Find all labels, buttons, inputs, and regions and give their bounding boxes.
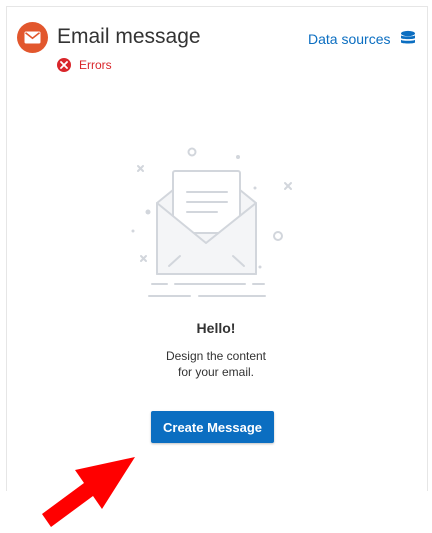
description-line-1: Design the content: [165, 349, 267, 363]
pointer-arrow-annotation: [42, 457, 135, 527]
empty-state-heading: Hello!: [196, 320, 236, 336]
envelope-letter-illustration: [131, 147, 292, 297]
errors-label: Errors: [79, 58, 112, 72]
empty-state-description: Design the content for your email.: [0, 348, 432, 380]
email-icon: [17, 22, 48, 53]
status-errors[interactable]: Errors: [57, 57, 112, 73]
page-title: Email message: [57, 25, 201, 48]
data-sources-link[interactable]: Data sources: [308, 31, 390, 47]
database-icon[interactable]: [399, 30, 417, 48]
error-icon: [57, 58, 71, 72]
description-line-2: for your email.: [177, 365, 255, 379]
create-message-button[interactable]: Create Message: [151, 411, 274, 443]
